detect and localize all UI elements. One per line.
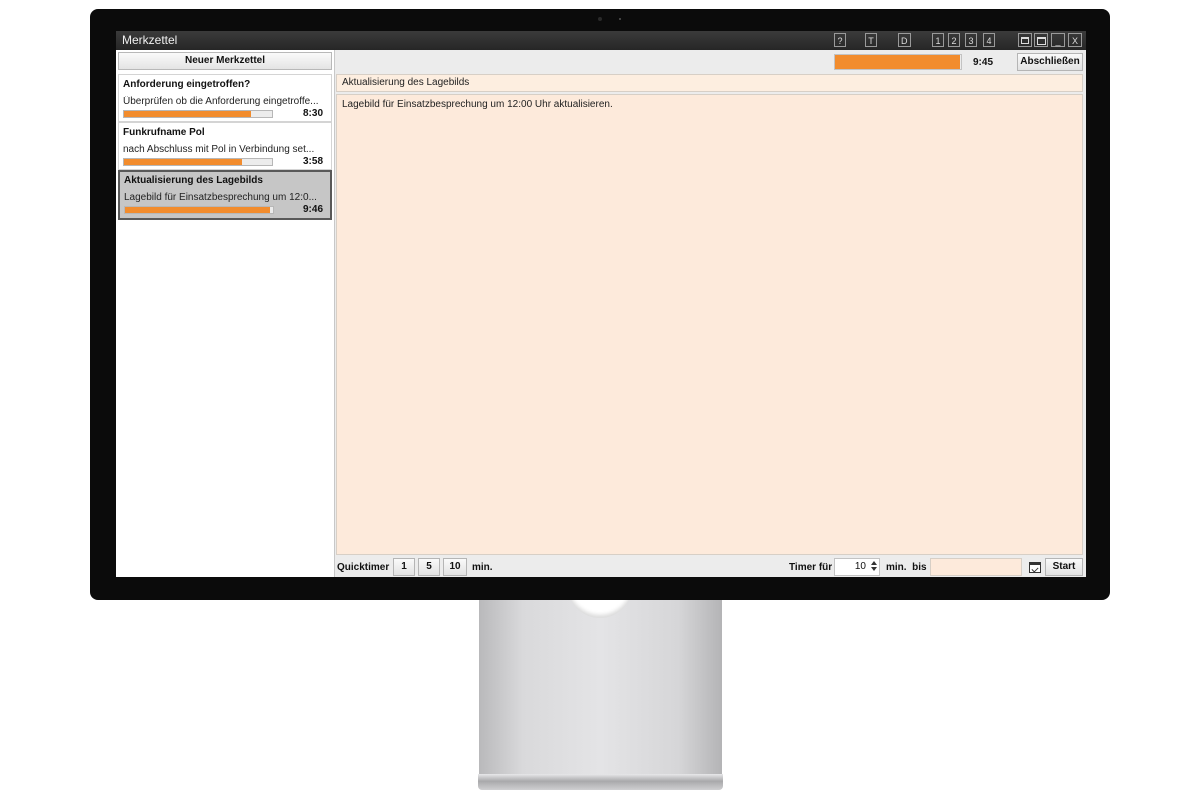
quicktimer-10-button[interactable]: 10 xyxy=(443,558,467,576)
t-button[interactable]: T xyxy=(865,33,877,47)
monitor-stand-base xyxy=(478,774,723,790)
timer-for-label: Timer für xyxy=(789,562,833,573)
timer-minutes-spinner[interactable]: 10 xyxy=(834,558,880,576)
screen-4-button[interactable]: 4 xyxy=(983,33,995,47)
note-progress-bar xyxy=(123,158,273,166)
note-time: 3:58 xyxy=(302,156,323,167)
timer-progress-bar xyxy=(834,54,962,70)
note-list-sidebar: Neuer Merkzettel Anforderung eingetroffe… xyxy=(116,50,335,577)
quicktimer-unit-label: min. xyxy=(472,562,493,573)
note-time: 8:30 xyxy=(302,108,323,119)
note-description: Lagebild für Einsatzbesprechung um 12:0.… xyxy=(124,192,317,203)
screen-1-button[interactable]: 1 xyxy=(932,33,944,47)
note-card[interactable]: Funkrufname Pol nach Abschluss mit Pol i… xyxy=(118,122,332,170)
timer-bar: Quicktimer 1 5 10 min. Timer für 10 min.… xyxy=(335,557,1086,577)
note-progress-fill xyxy=(124,159,243,165)
note-description: Überprüfen ob die Anforderung eingetroff… xyxy=(123,96,319,107)
window-title: Merkzettel xyxy=(122,33,178,47)
min-until-label: min. bis xyxy=(886,562,927,573)
new-note-button[interactable]: Neuer Merkzettel xyxy=(118,52,332,70)
help-button[interactable]: ? xyxy=(834,33,846,47)
until-time-field[interactable] xyxy=(930,558,1022,576)
note-card[interactable]: Anforderung eingetroffen? Überprüfen ob … xyxy=(118,74,332,122)
close-button[interactable]: X xyxy=(1068,33,1082,47)
spinner-arrows[interactable] xyxy=(869,560,878,574)
spin-down-icon[interactable] xyxy=(870,567,877,571)
app-window: Merkzettel ? T D 1 2 3 4 _ X Neuer Merkz… xyxy=(116,31,1086,577)
note-time: 9:46 xyxy=(302,204,323,215)
calendar-button[interactable] xyxy=(1028,560,1042,574)
note-progress-bar xyxy=(124,206,274,214)
monitor-stand xyxy=(479,598,722,776)
note-subject-field[interactable]: Aktualisierung des Lagebilds xyxy=(336,74,1083,92)
restore-window-icon xyxy=(1021,37,1029,45)
note-progress-bar xyxy=(123,110,273,118)
timer-remaining: 9:45 xyxy=(973,57,994,68)
note-title: Aktualisierung des Lagebilds xyxy=(124,175,263,186)
note-title: Anforderung eingetroffen? xyxy=(123,79,251,90)
screen-2-button[interactable]: 2 xyxy=(948,33,960,47)
quicktimer-1-button[interactable]: 1 xyxy=(393,558,415,576)
restore-window-button[interactable] xyxy=(1018,33,1032,47)
maximize-button[interactable] xyxy=(1034,33,1048,47)
camera-icon xyxy=(598,17,602,21)
note-card-selected[interactable]: Aktualisierung des Lagebilds Lagebild fü… xyxy=(118,170,332,220)
spin-up-icon[interactable] xyxy=(870,561,877,565)
note-description: nach Abschluss mit Pol in Verbindung set… xyxy=(123,144,315,155)
timer-minutes-value: 10 xyxy=(854,561,866,572)
d-button[interactable]: D xyxy=(898,33,911,47)
note-detail-panel: 9:45 Abschließen Aktualisierung des Lage… xyxy=(335,50,1086,577)
finish-button[interactable]: Abschließen xyxy=(1017,53,1083,71)
screen-3-button[interactable]: 3 xyxy=(965,33,977,47)
quicktimer-label: Quicktimer xyxy=(337,562,390,573)
quicktimer-5-button[interactable]: 5 xyxy=(418,558,440,576)
note-title: Funkrufname Pol xyxy=(123,127,205,138)
minimize-button[interactable]: _ xyxy=(1051,33,1065,47)
note-progress-fill xyxy=(124,111,252,117)
title-bar: Merkzettel ? T D 1 2 3 4 _ X xyxy=(116,31,1086,50)
maximize-icon xyxy=(1036,36,1046,45)
note-progress-fill xyxy=(125,207,271,213)
timer-progress-fill xyxy=(835,55,960,69)
start-timer-button[interactable]: Start xyxy=(1045,558,1083,576)
note-body-textarea[interactable]: Lagebild für Einsatzbesprechung um 12:00… xyxy=(336,94,1083,555)
camera-sensor xyxy=(619,18,621,20)
